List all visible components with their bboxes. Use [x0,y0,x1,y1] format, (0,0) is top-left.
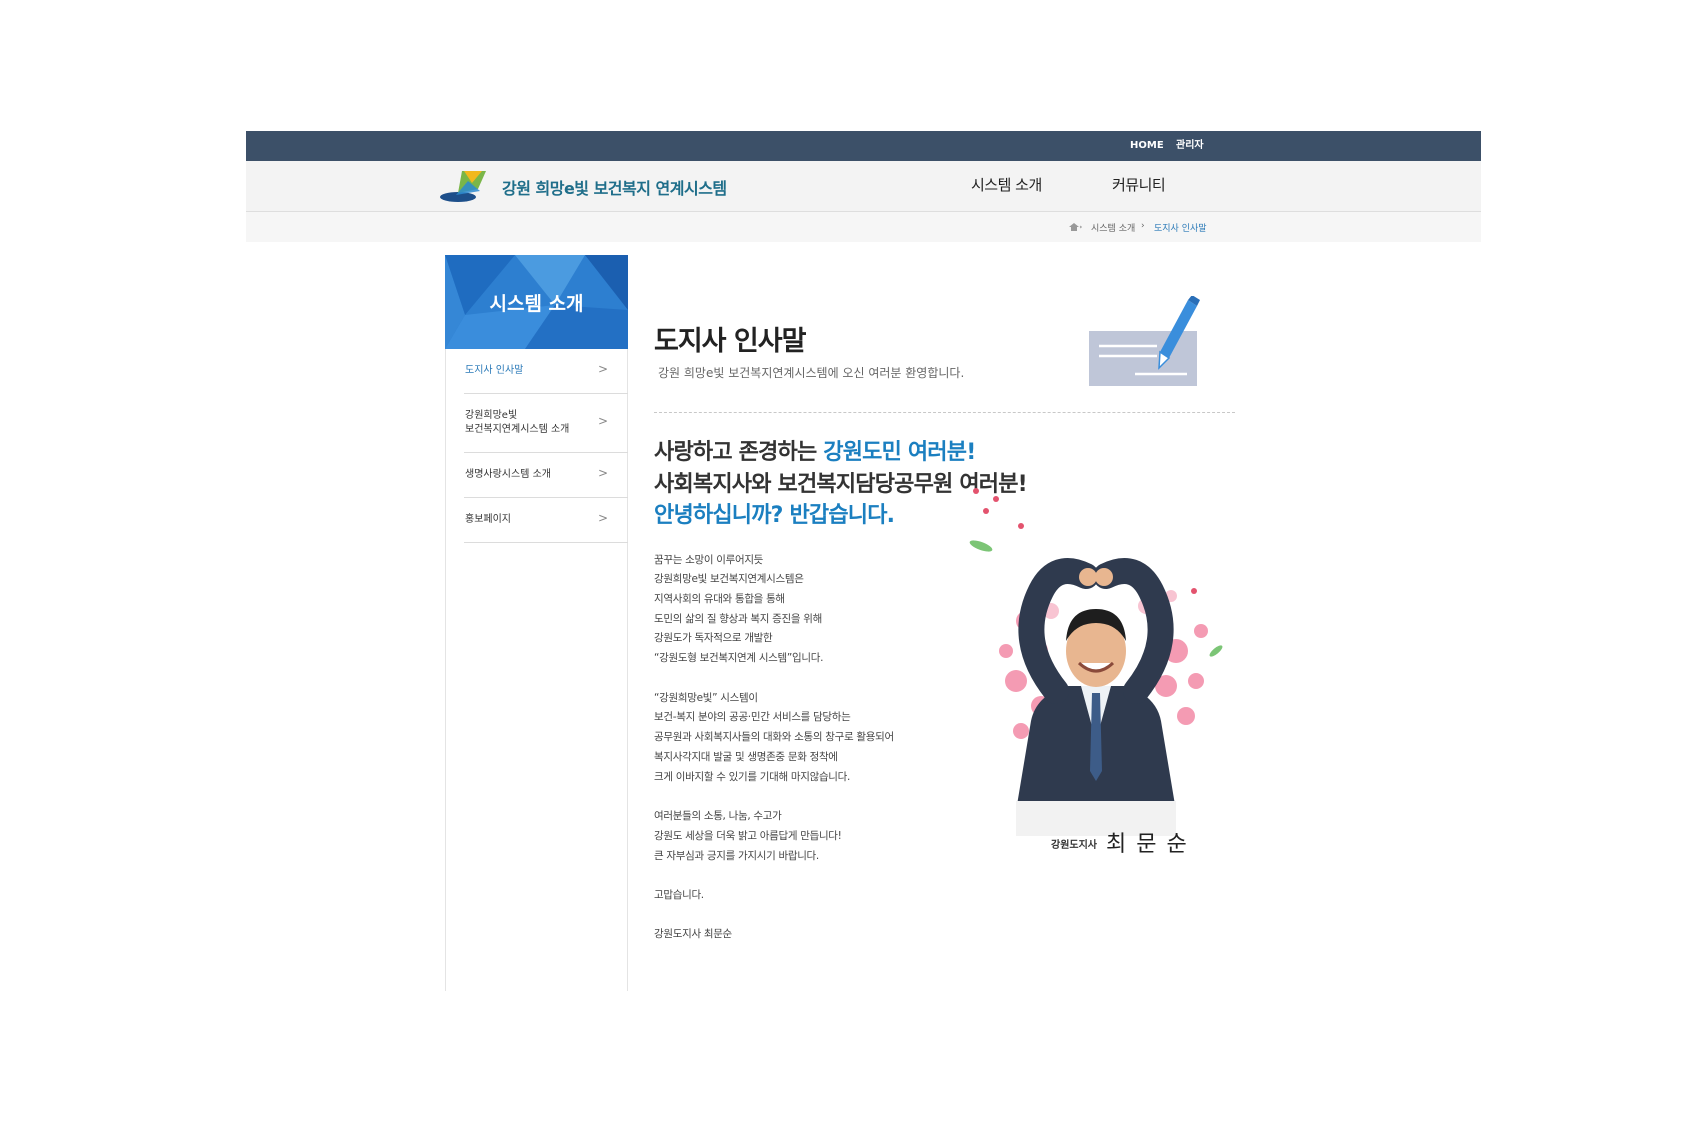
page-subtitle: 강원 희망e빛 보건복지연계시스템에 오신 여러분 환영합니다. [658,366,965,380]
headline-1-highlight: 강원도민 여러분! [823,440,976,465]
site-name[interactable]: 강원 희망e빛 보건복지 연계시스템 [502,175,727,199]
sidebar-item-label: 도지사 인사말 [465,365,524,376]
home-link[interactable]: HOME [1130,131,1164,161]
breadcrumb-separator: › [1141,221,1145,231]
page-frame: HOME 관리자 강원 희망e빛 보건복지 연계시스템 시스템 소개 커뮤니티 … [246,131,1481,991]
chevron-right-icon: > [597,511,608,525]
body-line: 꿈꾸는 소망이 이루어지듯 [654,554,764,566]
body-line: 강원희망e빛 보건복지연계시스템은 [654,573,804,585]
signature-name: 최문순 [1106,832,1197,857]
body-line: 크게 이바지할 수 있기를 기대해 마지않습니다. [654,771,851,783]
body-line: 도민의 삶의 질 향상과 복지 증진을 위해 [654,613,822,625]
sidebar-item-label: 강원희망e빛 보건복지연계시스템 소개 [465,409,569,437]
body-line: 강원도지사 최문순 [654,928,732,940]
site-logo-icon [440,171,486,202]
signature-role: 강원도지사 [1051,840,1097,851]
sidebar-title: 시스템 소개 [489,293,584,315]
sidebar-banner: 시스템 소개 [445,255,628,349]
chevron-right-icon: > [597,414,608,428]
nav-system-intro[interactable]: 시스템 소개 [971,174,1042,195]
headline-3: 안녕하십니까? 반갑습니다. [654,503,895,528]
body-line: “강원희망e빛” 시스템이 [654,692,758,704]
sidebar-item-system-intro[interactable]: 강원희망e빛 보건복지연계시스템 소개 > [464,394,628,453]
site-header: 강원 희망e빛 보건복지 연계시스템 시스템 소개 커뮤니티 [246,161,1481,212]
sidebar-item-label: 홍보페이지 [465,514,511,525]
sidebar-item-promotion[interactable]: 홍보페이지 > [464,498,628,543]
chevron-right-icon: > [597,466,608,480]
body-line: 강원도가 독자적으로 개발한 [654,632,773,644]
breadcrumb-current: 도지사 인사말 [1154,224,1207,234]
body-line: 공무원과 사회복지사들의 대화와 소통의 창구로 활용되어 [654,731,894,743]
admin-link[interactable]: 관리자 [1176,131,1204,161]
body-line: 복지사각지대 발굴 및 생명존중 문화 정착에 [654,751,838,763]
body-line: 여러분들의 소통, 나눔, 수고가 [654,810,782,822]
sidebar-item-label: 생명사랑시스템 소개 [465,469,551,480]
body-line: “강원도형 보건복지연계 시스템”입니다. [654,652,824,664]
sidebar-item-life-love[interactable]: 생명사랑시스템 소개 > [464,453,628,498]
body-line: 강원도 세상을 더욱 밝고 아름답게 만듭니다! [654,830,842,842]
chevron-right-icon: > [597,362,608,376]
body-line: 보건-복지 분야의 공공·민간 서비스를 담당하는 [654,711,851,723]
top-utility-bar: HOME 관리자 [246,131,1481,161]
sidebar-item-greeting[interactable]: 도지사 인사말 > [464,349,628,394]
governor-photo [969,488,1223,836]
body-line: 큰 자부심과 긍지를 가지시기 바랍니다. [654,850,819,862]
sidebar-item-label-line1: 강원희망e빛 [465,410,518,421]
headline-1: 사랑하고 존경하는 강원도민 여러분! [654,434,976,466]
home-icon[interactable] [1068,222,1082,232]
sidebar-border-left [445,349,446,991]
body-line: 지역사회의 유대와 통합을 통해 [654,593,785,605]
pen-paper-icon [1089,296,1200,386]
breadcrumb-level1[interactable]: 시스템 소개 [1091,221,1135,234]
body-line: 고맙습니다. [654,889,704,901]
sidebar-item-label-line2: 보건복지연계시스템 소개 [465,424,570,435]
title-divider [654,412,1235,413]
headline-1-text: 사랑하고 존경하는 [654,440,824,465]
breadcrumb: 시스템 소개 › 도지사 인사말 [246,212,1481,242]
nav-community[interactable]: 커뮤니티 [1112,174,1166,195]
page-title: 도지사 인사말 [654,326,806,357]
